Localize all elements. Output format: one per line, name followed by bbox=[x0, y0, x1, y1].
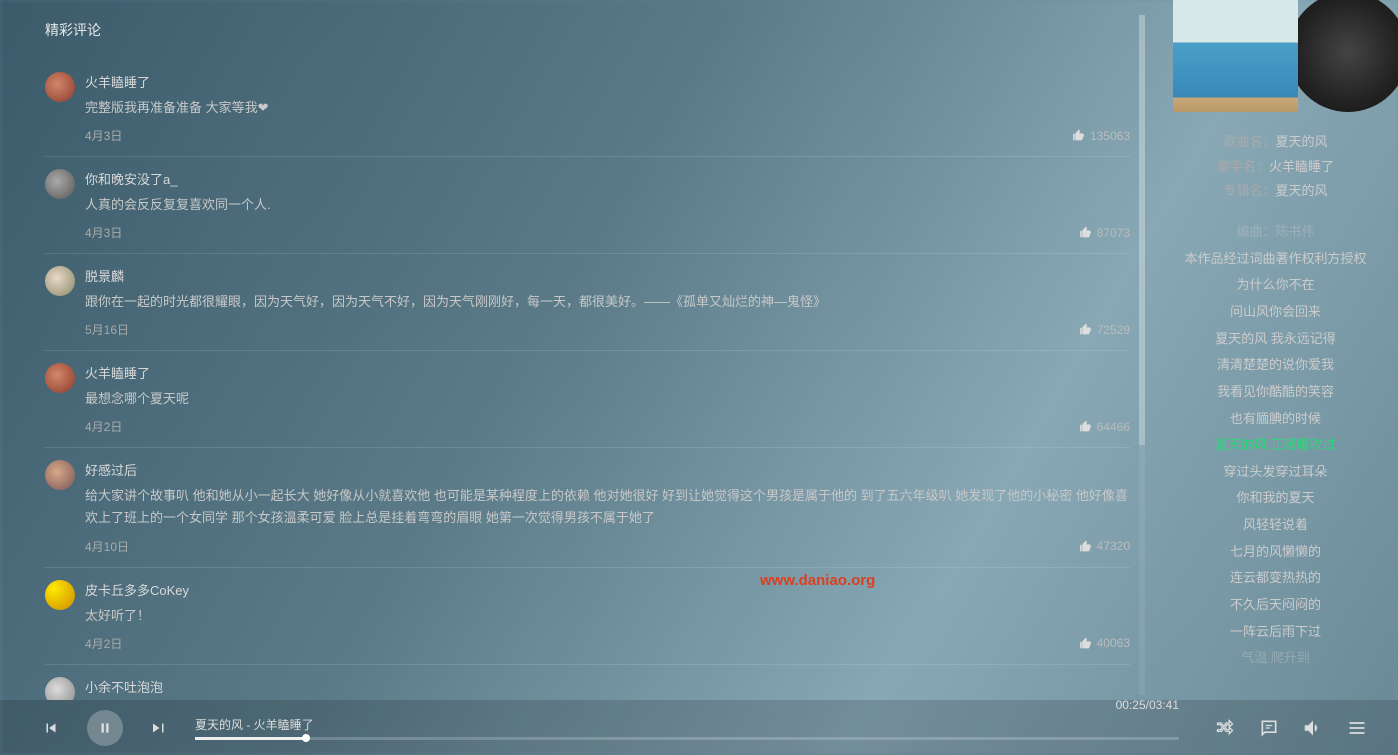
lyric-line[interactable]: 也有腼腆的时候 bbox=[1173, 406, 1378, 433]
comment-username[interactable]: 皮卡丘多多CoKey bbox=[85, 580, 1130, 599]
album-art bbox=[1173, 0, 1378, 115]
lyrics-panel: 编曲：陈书伟本作品经过词曲著作权利方授权为什么你不在问山风你会回来夏天的风 我永… bbox=[1173, 219, 1378, 672]
thumb-up-icon bbox=[1079, 323, 1092, 336]
avatar[interactable] bbox=[45, 363, 75, 393]
like-button[interactable]: 87073 bbox=[1079, 226, 1130, 240]
comment-username[interactable]: 脱景麟 bbox=[85, 266, 1130, 285]
like-count: 87073 bbox=[1097, 226, 1130, 240]
like-count: 47320 bbox=[1097, 539, 1130, 553]
album-name-row: 专辑名：夏天的风 bbox=[1173, 179, 1378, 204]
comment-username[interactable]: 火羊瞌睡了 bbox=[85, 363, 1130, 382]
prev-icon bbox=[42, 719, 60, 737]
like-count: 72529 bbox=[1097, 323, 1130, 337]
lyric-line[interactable]: 清清楚楚的说你爱我 bbox=[1173, 352, 1378, 379]
lyrics-button[interactable] bbox=[1258, 717, 1280, 739]
comments-list: 火羊瞌睡了 完整版我再准备准备 大家等我❤ 4月3日 135063 你和晚安没了… bbox=[45, 60, 1145, 700]
playlist-icon bbox=[1347, 718, 1367, 738]
lyric-line[interactable]: 我看见你酷酷的笑容 bbox=[1173, 379, 1378, 406]
comment-username[interactable]: 火羊瞌睡了 bbox=[85, 72, 1130, 91]
comment-item: 你和晚安没了a_ 人真的会反反复复喜欢同一个人. 4月3日 87073 bbox=[45, 157, 1130, 254]
now-playing-label: 夏天的风 - 火羊瞌睡了 bbox=[195, 716, 1179, 733]
comment-text: 人真的会反反复复喜欢同一个人. bbox=[85, 194, 1130, 216]
thumb-up-icon bbox=[1079, 226, 1092, 239]
like-button[interactable]: 47320 bbox=[1079, 539, 1130, 553]
lyric-line[interactable]: 问山风你会回来 bbox=[1173, 299, 1378, 326]
like-count: 40063 bbox=[1097, 636, 1130, 650]
like-button[interactable]: 64466 bbox=[1079, 420, 1130, 434]
next-button[interactable] bbox=[148, 717, 170, 739]
comment-date: 4月10日 bbox=[85, 538, 129, 555]
sidebar: 歌曲名：夏天的风 歌手名：火羊瞌睡了 专辑名：夏天的风 编曲：陈书伟本作品经过词… bbox=[1153, 0, 1398, 700]
lyric-line[interactable]: 七月的风懒懒的 bbox=[1173, 539, 1378, 566]
pause-button[interactable] bbox=[87, 710, 123, 746]
progress-track[interactable] bbox=[195, 737, 1179, 740]
previous-button[interactable] bbox=[40, 717, 62, 739]
lyrics-icon bbox=[1259, 718, 1279, 738]
lyric-line[interactable]: 本作品经过词曲著作权利方授权 bbox=[1173, 246, 1378, 273]
artist-name-row: 歌手名：火羊瞌睡了 bbox=[1173, 155, 1378, 180]
lyric-line[interactable]: 一阵云后雨下过 bbox=[1173, 619, 1378, 646]
comment-date: 4月2日 bbox=[85, 418, 122, 435]
thumb-up-icon bbox=[1079, 420, 1092, 433]
volume-button[interactable] bbox=[1302, 717, 1324, 739]
shuffle-icon bbox=[1215, 718, 1235, 738]
comment-text: 给大家讲个故事叭 他和她从小一起长大 她好像从小就喜欢他 也可能是某种程度上的依… bbox=[85, 485, 1130, 529]
comment-username[interactable]: 小余不吐泡泡 bbox=[85, 677, 1130, 696]
section-title: 精彩评论 bbox=[45, 20, 1145, 40]
like-button[interactable]: 40063 bbox=[1079, 636, 1130, 650]
lyric-line[interactable]: 你和我的夏天 bbox=[1173, 485, 1378, 512]
progress-fill bbox=[195, 737, 306, 740]
thumb-up-icon bbox=[1072, 129, 1085, 142]
comment-item: 好感过后 给大家讲个故事叭 他和她从小一起长大 她好像从小就喜欢他 也可能是某种… bbox=[45, 448, 1130, 567]
lyric-line[interactable]: 连云都变热热的 bbox=[1173, 565, 1378, 592]
time-display: 00:25/03:41 bbox=[1116, 698, 1179, 712]
comment-item: 小余不吐泡泡 18年的夏天真让人怀念啊，等了很多年的爱情公寓在影院放映了，而这么… bbox=[45, 665, 1130, 700]
thumb-up-icon bbox=[1079, 637, 1092, 650]
lyric-line[interactable]: 为什么你不在 bbox=[1173, 272, 1378, 299]
watermark: www.daniao.org bbox=[760, 572, 875, 589]
avatar[interactable] bbox=[45, 72, 75, 102]
pause-icon bbox=[98, 721, 112, 735]
comment-item: 火羊瞌睡了 最想念哪个夏天呢 4月2日 64466 bbox=[45, 351, 1130, 448]
song-name-row: 歌曲名：夏天的风 bbox=[1173, 130, 1378, 155]
comment-text: 太好听了！ bbox=[85, 605, 1130, 627]
lyric-line[interactable]: 风轻轻说着 bbox=[1173, 512, 1378, 539]
lyric-line[interactable]: 气温 爬升到 bbox=[1173, 645, 1378, 672]
avatar[interactable] bbox=[45, 266, 75, 296]
next-icon bbox=[150, 719, 168, 737]
comment-date: 4月2日 bbox=[85, 635, 122, 652]
comment-date: 4月3日 bbox=[85, 224, 122, 241]
comment-username[interactable]: 你和晚安没了a_ bbox=[85, 169, 1130, 188]
like-button[interactable]: 72529 bbox=[1079, 323, 1130, 337]
comment-text: 最想念哪个夏天呢 bbox=[85, 388, 1130, 410]
lyric-line[interactable]: 不久后天闷闷的 bbox=[1173, 592, 1378, 619]
lyric-line[interactable]: 夏天的风 正暖暖吹过 bbox=[1173, 432, 1378, 459]
comment-date: 5月16日 bbox=[85, 321, 129, 338]
like-count: 135063 bbox=[1090, 129, 1130, 143]
comment-item: 皮卡丘多多CoKey 太好听了！ 4月2日 40063 bbox=[45, 568, 1130, 665]
shuffle-button[interactable] bbox=[1214, 717, 1236, 739]
lyric-line[interactable]: 穿过头发穿过耳朵 bbox=[1173, 459, 1378, 486]
avatar[interactable] bbox=[45, 169, 75, 199]
comment-username[interactable]: 好感过后 bbox=[85, 460, 1130, 479]
like-button[interactable]: 135063 bbox=[1072, 129, 1130, 143]
lyric-line[interactable]: 编曲：陈书伟 bbox=[1173, 219, 1378, 246]
lyric-line[interactable]: 夏天的风 我永远记得 bbox=[1173, 326, 1378, 353]
playlist-button[interactable] bbox=[1346, 717, 1368, 739]
comment-text: 完整版我再准备准备 大家等我❤ bbox=[85, 97, 1130, 119]
comment-text: 跟你在一起的时光都很耀眼，因为天气好，因为天气不好，因为天气刚刚好，每一天，都很… bbox=[85, 291, 1130, 313]
scrollbar-thumb[interactable] bbox=[1139, 15, 1145, 445]
comment-item: 脱景麟 跟你在一起的时光都很耀眼，因为天气好，因为天气不好，因为天气刚刚好，每一… bbox=[45, 254, 1130, 351]
scrollbar[interactable] bbox=[1139, 15, 1145, 695]
comment-date: 4月3日 bbox=[85, 127, 122, 144]
like-count: 64466 bbox=[1097, 420, 1130, 434]
avatar[interactable] bbox=[45, 580, 75, 610]
avatar[interactable] bbox=[45, 460, 75, 490]
comment-item: 火羊瞌睡了 完整版我再准备准备 大家等我❤ 4月3日 135063 bbox=[45, 60, 1130, 157]
avatar[interactable] bbox=[45, 677, 75, 700]
volume-icon bbox=[1302, 717, 1324, 739]
thumb-up-icon bbox=[1079, 540, 1092, 553]
player-bar: 夏天的风 - 火羊瞌睡了 00:25/03:41 bbox=[0, 700, 1398, 755]
